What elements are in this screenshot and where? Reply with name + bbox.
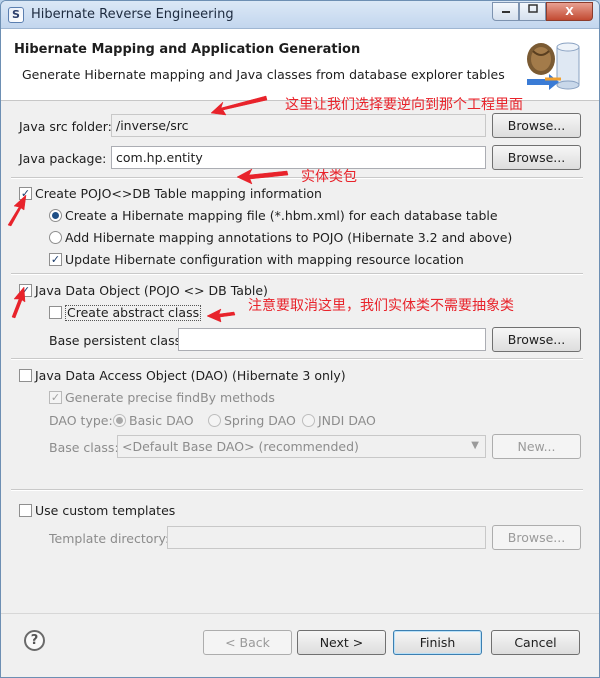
annotation-arrows: [7, 95, 289, 323]
arrow-abstract-class: [206, 308, 236, 323]
arrow-src-folder: [210, 95, 268, 116]
arrow-package: [236, 168, 289, 185]
arrow-pojo-checkbox: [7, 194, 27, 227]
arrow-java-data-object: [11, 286, 26, 319]
hibernate-reverse-engineering-dialog: S Hibernate Reverse Engineering X Hibern…: [0, 0, 600, 678]
